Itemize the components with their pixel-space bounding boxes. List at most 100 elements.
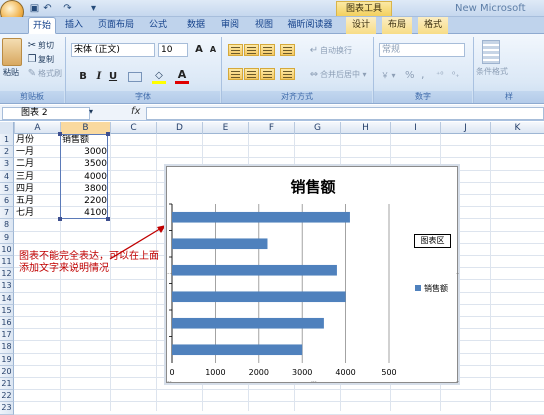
- tab-foxit-reader[interactable]: 福昕阅读器: [286, 17, 334, 34]
- name-box[interactable]: 图表 2: [2, 107, 90, 120]
- comma-button[interactable]: ,: [421, 68, 425, 81]
- row-header[interactable]: 7: [0, 207, 14, 220]
- column-header[interactable]: E: [202, 122, 248, 134]
- column-header[interactable]: D: [156, 122, 202, 134]
- row-header[interactable]: 15: [0, 304, 14, 317]
- tab-page-layout[interactable]: 页面布局: [94, 17, 138, 34]
- cell-a1[interactable]: 月份: [16, 134, 34, 146]
- border-icon[interactable]: [128, 72, 142, 82]
- grow-font-button[interactable]: A: [192, 43, 206, 57]
- align-top-icon[interactable]: [228, 44, 243, 56]
- shrink-font-button[interactable]: A: [206, 43, 220, 57]
- align-center-icon[interactable]: [244, 68, 259, 80]
- row-header[interactable]: 6: [0, 195, 14, 208]
- conditional-format-icon[interactable]: [482, 40, 500, 64]
- formula-input[interactable]: [146, 107, 544, 120]
- percent-button[interactable]: %: [405, 70, 415, 81]
- cell-month[interactable]: 二月: [16, 158, 34, 170]
- range-handle[interactable]: [106, 217, 110, 221]
- italic-button[interactable]: I: [92, 70, 106, 84]
- x-tick-label: 0: [169, 368, 174, 377]
- currency-icon[interactable]: ￥ ▾: [381, 70, 396, 81]
- row-header[interactable]: 13: [0, 280, 14, 293]
- wrap-text-button[interactable]: ↵ 自动换行: [308, 45, 352, 57]
- align-bottom-icon[interactable]: [260, 44, 275, 56]
- tab-formulas[interactable]: 公式: [144, 17, 172, 34]
- orientation-icon[interactable]: [280, 44, 295, 56]
- chart-object[interactable]: 销售额01000200030004000500一月二月三月四月五月七月销售额··…: [166, 166, 459, 384]
- align-middle-icon[interactable]: [244, 44, 259, 56]
- decrease-decimal-icon[interactable]: ⁰₊: [452, 70, 459, 79]
- row-header[interactable]: 10: [0, 243, 14, 256]
- row-header[interactable]: 8: [0, 219, 14, 232]
- bold-button[interactable]: B: [76, 70, 90, 84]
- column-header[interactable]: G: [294, 122, 340, 134]
- column-header[interactable]: I: [390, 122, 440, 134]
- tab-chart-layout[interactable]: 布局: [382, 17, 412, 34]
- column-header[interactable]: K: [490, 122, 544, 134]
- redo-icon[interactable]: ↷: [62, 3, 73, 14]
- row-header[interactable]: 11: [0, 256, 14, 269]
- range-handle[interactable]: [58, 132, 62, 136]
- row-header[interactable]: 22: [0, 390, 14, 403]
- font-name-combo[interactable]: 宋体 (正文): [71, 43, 155, 57]
- align-right-icon[interactable]: [260, 68, 275, 80]
- row-header[interactable]: 23: [0, 402, 14, 415]
- row-header[interactable]: 17: [0, 329, 14, 342]
- row-header[interactable]: 4: [0, 170, 14, 183]
- row-header[interactable]: 2: [0, 146, 14, 159]
- name-box-dropdown-icon[interactable]: ▾: [89, 107, 93, 116]
- row-header[interactable]: 1: [0, 134, 14, 147]
- font-size-combo[interactable]: 10: [158, 43, 188, 57]
- range-handle[interactable]: [58, 217, 62, 221]
- paste-button-label[interactable]: 粘贴: [3, 67, 19, 78]
- underline-button[interactable]: U: [106, 70, 120, 84]
- paste-icon[interactable]: [2, 38, 22, 66]
- font-color-icon[interactable]: A: [175, 68, 189, 84]
- tab-review[interactable]: 审阅: [216, 17, 244, 34]
- row-header[interactable]: 14: [0, 292, 14, 305]
- indent-icon[interactable]: [280, 68, 295, 80]
- customize-icon[interactable]: ▾: [88, 3, 99, 14]
- insert-function-button[interactable]: fx: [131, 106, 140, 117]
- range-handle[interactable]: [106, 132, 110, 136]
- format-painter-button[interactable]: ✎ 格式刷: [26, 68, 62, 80]
- tab-view[interactable]: 视图: [250, 17, 278, 34]
- tab-data[interactable]: 数据: [182, 17, 210, 34]
- column-header[interactable]: F: [248, 122, 294, 134]
- column-header[interactable]: B: [60, 122, 110, 134]
- cell-month[interactable]: 四月: [16, 183, 34, 195]
- number-format-combo[interactable]: 常规: [379, 43, 465, 57]
- copy-button[interactable]: ❐ 复制: [26, 54, 54, 66]
- tab-chart-design[interactable]: 设计: [346, 17, 376, 34]
- tab-chart-format[interactable]: 格式: [418, 17, 448, 34]
- cell-month[interactable]: 三月: [16, 171, 34, 183]
- increase-decimal-icon[interactable]: ⁺⁰: [436, 70, 443, 79]
- column-header[interactable]: J: [440, 122, 490, 134]
- cell-month[interactable]: 七月: [16, 207, 34, 219]
- row-header[interactable]: 18: [0, 341, 14, 354]
- column-header[interactable]: H: [340, 122, 390, 134]
- row-header[interactable]: 20: [0, 365, 14, 378]
- align-left-icon[interactable]: [228, 68, 243, 80]
- cut-button[interactable]: ✂ 剪切: [26, 40, 54, 52]
- merge-center-button[interactable]: ⇔ 合并后居中 ▾: [308, 69, 367, 81]
- tab-insert[interactable]: 插入: [60, 17, 88, 34]
- fill-color-icon[interactable]: ◇: [152, 70, 166, 84]
- undo-icon[interactable]: ↶: [42, 3, 53, 14]
- cell-month[interactable]: 五月: [16, 195, 34, 207]
- select-all-corner[interactable]: [0, 122, 14, 134]
- row-header[interactable]: 12: [0, 268, 14, 281]
- row-header[interactable]: 21: [0, 378, 14, 391]
- tab-home[interactable]: 开始: [28, 17, 56, 34]
- row-header[interactable]: 9: [0, 231, 14, 244]
- column-header[interactable]: C: [110, 122, 156, 134]
- save-icon[interactable]: ▣: [29, 3, 40, 14]
- conditional-format-button[interactable]: 条件格式: [476, 66, 508, 77]
- row-header[interactable]: 3: [0, 158, 14, 171]
- cell-month[interactable]: 一月: [16, 146, 34, 158]
- row-header[interactable]: 16: [0, 317, 14, 330]
- column-header[interactable]: A: [14, 122, 60, 134]
- row-header[interactable]: 5: [0, 182, 14, 195]
- row-header[interactable]: 19: [0, 353, 14, 366]
